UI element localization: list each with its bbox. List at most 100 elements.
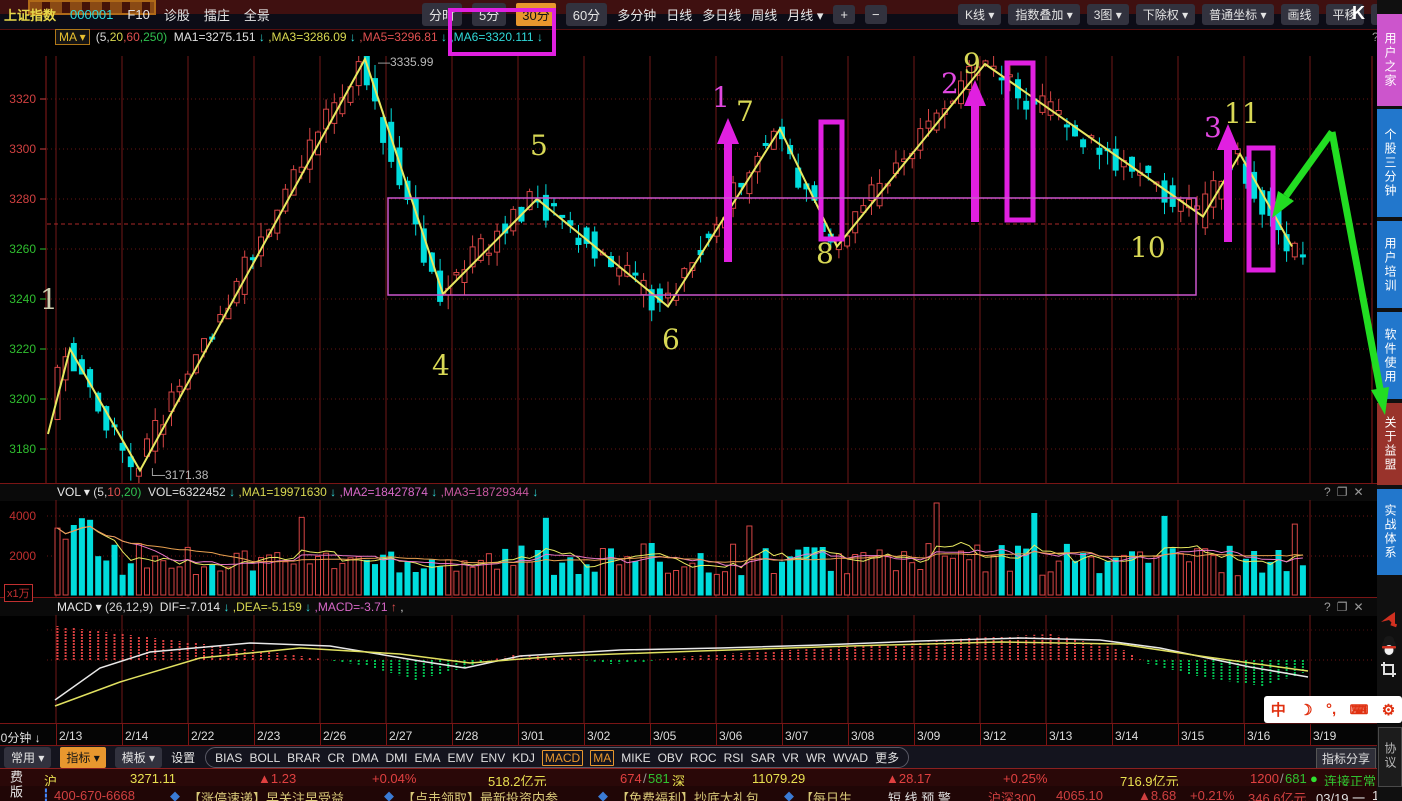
value-segment: , bbox=[397, 600, 404, 614]
indicator-DMI[interactable]: DMI bbox=[386, 751, 408, 765]
menu-常用[interactable]: 常用 ▾ bbox=[4, 747, 51, 768]
volume-chart[interactable]: 40002000 bbox=[0, 500, 1377, 597]
volume-window-controls[interactable]: ? ❐ ✕ bbox=[1318, 485, 1364, 499]
svg-text:3200: 3200 bbox=[9, 392, 36, 406]
svg-text:3320: 3320 bbox=[9, 92, 36, 106]
period-日线[interactable]: 日线 bbox=[666, 5, 692, 24]
sidebar-item-软件使用[interactable]: 软件使用 bbox=[1377, 312, 1402, 399]
period-buttons: 分时 5分 30分 60分多分钟日线多日线周线月线 ▾ +− bbox=[422, 0, 887, 28]
sidebar-item-关于益盟[interactable]: 关于益盟 bbox=[1377, 403, 1402, 485]
maximize-icon[interactable]: ❐ bbox=[1337, 600, 1348, 614]
option-下除权[interactable]: 下除权 ▾ bbox=[1136, 4, 1195, 25]
nav-item-000001[interactable]: 000001 bbox=[70, 7, 113, 22]
period-+[interactable]: + bbox=[833, 5, 855, 24]
indicator-WR[interactable]: WR bbox=[806, 751, 826, 765]
period-5分[interactable]: 5分 bbox=[472, 3, 506, 26]
indicator-EMA[interactable]: EMA bbox=[415, 751, 441, 765]
indicator-KDJ[interactable]: KDJ bbox=[512, 751, 535, 765]
macd-window-controls[interactable]: ? ❐ ✕ bbox=[1318, 600, 1364, 614]
sidebar-item-实战体系[interactable]: 实战体系 bbox=[1377, 489, 1402, 575]
sidebar-item-用户培训[interactable]: 用户培训 bbox=[1377, 221, 1402, 308]
indicator-BIAS[interactable]: BIAS bbox=[215, 751, 242, 765]
indicator-BOLL[interactable]: BOLL bbox=[249, 751, 280, 765]
ime-gear-icon[interactable]: ⚙ bbox=[1382, 701, 1395, 719]
nav-item-擂庄[interactable]: 擂庄 bbox=[204, 5, 230, 24]
megaphone-icon[interactable] bbox=[1379, 610, 1399, 630]
sidebar-item-个股三分钟[interactable]: 个股三分钟 bbox=[1377, 109, 1402, 217]
menu-模板[interactable]: 模板 ▾ bbox=[115, 747, 162, 768]
main-candlestick-chart[interactable]: 33203300328032603240322032003180—3335.99… bbox=[0, 56, 1377, 483]
indicator-MACD[interactable]: MACD bbox=[542, 750, 583, 766]
option-画线[interactable]: 画线 bbox=[1281, 4, 1319, 25]
indicator-WVAD[interactable]: WVAD bbox=[833, 751, 868, 765]
status-【涨停速递】早关注早受益[interactable]: 【涨停速递】早关注早受益 bbox=[188, 788, 344, 801]
indicator-share-button[interactable]: 指标分享 bbox=[1316, 748, 1376, 769]
option-3图[interactable]: 3图 ▾ bbox=[1087, 4, 1129, 25]
app-logo-K[interactable]: K bbox=[1352, 3, 1365, 24]
nav-item-全景[interactable]: 全景 bbox=[244, 5, 270, 24]
status-681: 681 bbox=[1285, 771, 1307, 786]
ime-keyboard-icon[interactable]: ⌨ bbox=[1350, 702, 1369, 718]
svg-text:3240: 3240 bbox=[9, 292, 36, 306]
indicator-BRAR[interactable]: BRAR bbox=[287, 751, 320, 765]
date-tick bbox=[1244, 724, 1245, 746]
indicator-SAR[interactable]: SAR bbox=[751, 751, 776, 765]
value-segment: (5, bbox=[96, 30, 110, 44]
status-▲8.68: ▲8.68 bbox=[1138, 788, 1176, 801]
date-label-3/02: 3/02 bbox=[587, 729, 610, 743]
indicator-ENV[interactable]: ENV bbox=[481, 751, 506, 765]
ma-dropdown[interactable]: MA ▾ bbox=[55, 29, 90, 45]
sidebar-item-用户之家[interactable]: 用户之家 bbox=[1377, 14, 1402, 106]
indicator-MA[interactable]: MA bbox=[590, 750, 614, 766]
status-1200: 1200 bbox=[1250, 771, 1279, 786]
macd-chart[interactable] bbox=[0, 615, 1377, 723]
value-segment: ,250) bbox=[140, 30, 167, 44]
agreement-button[interactable]: 协议 bbox=[1378, 727, 1402, 787]
close-icon[interactable]: ✕ bbox=[1353, 485, 1363, 499]
value-segment: VOL ▾ bbox=[57, 485, 90, 499]
qq-icon[interactable] bbox=[1379, 635, 1399, 657]
indicator-ROC[interactable]: ROC bbox=[690, 751, 717, 765]
period-周线[interactable]: 周线 bbox=[751, 5, 777, 24]
ime-chinese-icon[interactable]: 中 bbox=[1271, 699, 1286, 720]
help-icon[interactable]: ? bbox=[1324, 600, 1331, 614]
ime-moon-icon[interactable]: ☽ bbox=[1299, 701, 1312, 719]
index-status-bar: 沪3271.11▲1.23+0.04%518.2亿元674/581深11079.… bbox=[0, 768, 1402, 787]
option-K线[interactable]: K线 ▾ bbox=[958, 4, 1001, 25]
option-普通坐标[interactable]: 普通坐标 ▾ bbox=[1202, 4, 1273, 25]
period-60分[interactable]: 60分 bbox=[566, 3, 607, 26]
indicator-DMA[interactable]: DMA bbox=[352, 751, 379, 765]
indicator-RSI[interactable]: RSI bbox=[724, 751, 744, 765]
status-◆: ◆ bbox=[784, 788, 794, 801]
close-icon[interactable]: ✕ bbox=[1353, 600, 1363, 614]
indicator-EMV[interactable]: EMV bbox=[448, 751, 474, 765]
menu-指标[interactable]: 指标 ▾ bbox=[60, 747, 105, 768]
period-−[interactable]: − bbox=[865, 5, 887, 24]
period-多日线[interactable]: 多日线 bbox=[702, 5, 741, 24]
date-label-3/12: 3/12 bbox=[983, 729, 1006, 743]
maximize-icon[interactable]: ❐ bbox=[1337, 485, 1348, 499]
crop-icon[interactable] bbox=[1380, 661, 1398, 679]
indicator-CR[interactable]: CR bbox=[327, 751, 344, 765]
period-分时[interactable]: 分时 bbox=[422, 3, 462, 26]
status-【每日生[interactable]: 【每日生 bbox=[800, 788, 852, 801]
indicator-更多[interactable]: 更多 bbox=[875, 749, 899, 766]
period-30分[interactable]: 30分 bbox=[516, 3, 555, 26]
nav-item-F10[interactable]: F10 bbox=[127, 7, 149, 22]
menu-设置[interactable]: 设置 bbox=[171, 749, 195, 766]
date-tick bbox=[584, 724, 585, 746]
indicator-list: BIAS BOLL BRAR CR DMA DMI EMA EMV ENV KDJ MACD MA MI… bbox=[205, 747, 909, 768]
period-多分钟[interactable]: 多分钟 bbox=[617, 5, 656, 24]
ime-punctuation-icon[interactable]: °, bbox=[1326, 701, 1336, 718]
status-【点击领取】最新投资内参[interactable]: 【点击领取】最新投资内参 bbox=[402, 788, 558, 801]
value-segment: ,60 bbox=[123, 30, 140, 44]
option-指数叠加[interactable]: 指数叠加 ▾ bbox=[1008, 4, 1079, 25]
nav-item-上证指数[interactable]: 上证指数 bbox=[4, 5, 56, 24]
indicator-VR[interactable]: VR bbox=[782, 751, 799, 765]
help-icon[interactable]: ? bbox=[1324, 485, 1331, 499]
indicator-MIKE[interactable]: MIKE bbox=[621, 751, 650, 765]
status-【免费福利】抄底大礼包[interactable]: 【免费福利】抄底大礼包 bbox=[616, 788, 759, 801]
period-月线 ▾[interactable]: 月线 ▾ bbox=[787, 5, 823, 24]
indicator-OBV[interactable]: OBV bbox=[658, 751, 683, 765]
nav-item-诊股[interactable]: 诊股 bbox=[164, 5, 190, 24]
